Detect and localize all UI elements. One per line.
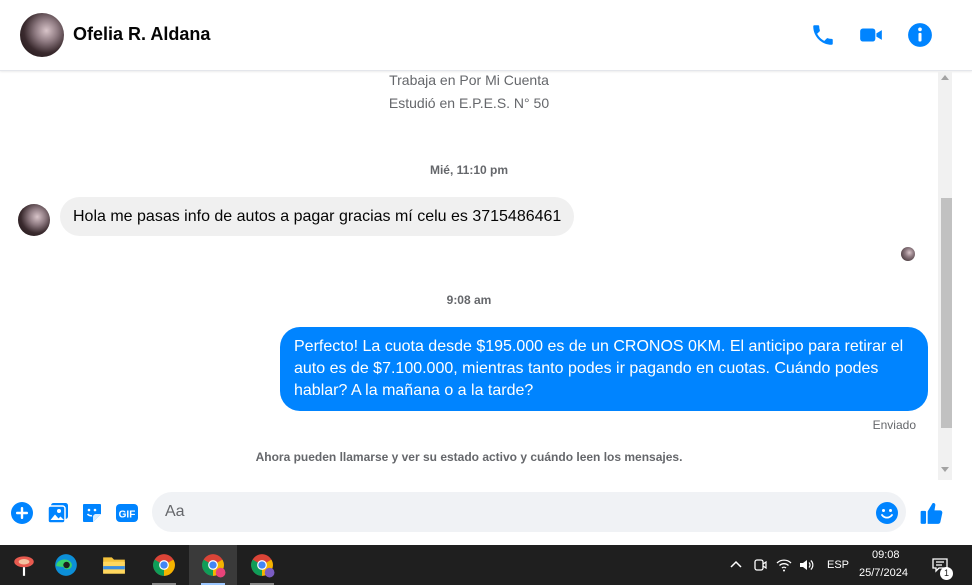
- wifi-icon[interactable]: [776, 557, 792, 573]
- chat-scrollbar[interactable]: [938, 71, 952, 480]
- taskbar-app-chrome-profile-2[interactable]: [238, 545, 286, 585]
- sender-avatar[interactable]: [18, 204, 50, 236]
- conversation-area: Trabaja en Por Mi Cuenta Estudió en E.P.…: [0, 71, 938, 480]
- message-input[interactable]: [152, 492, 906, 532]
- incoming-message[interactable]: Hola me pasas info de autos a pagar grac…: [60, 197, 575, 236]
- video-icon[interactable]: [858, 22, 884, 48]
- contact-name[interactable]: Ofelia R. Aldana: [73, 24, 210, 45]
- taskbar-app-edge[interactable]: [42, 545, 90, 585]
- file-explorer-icon: [103, 557, 125, 574]
- contact-avatar[interactable]: [20, 13, 64, 57]
- message-timestamp: Mié, 11:10 pm: [429, 163, 509, 177]
- gif-icon[interactable]: GIF: [115, 501, 139, 525]
- phone-icon[interactable]: [810, 22, 836, 48]
- read-receipt-avatar: [901, 247, 915, 261]
- chrome-profile-icon: [202, 554, 226, 578]
- clock-time[interactable]: 09:08: [872, 549, 900, 561]
- thumbs-up-icon[interactable]: [919, 500, 945, 526]
- chrome-icon: [153, 554, 175, 576]
- windows-taskbar: ESP 09:08 25/7/2024 1: [0, 545, 972, 585]
- message-composer: GIF: [0, 480, 972, 544]
- info-icon[interactable]: [907, 22, 933, 48]
- scroll-up-arrow-icon[interactable]: [941, 75, 949, 80]
- taskbar-app-chrome-profile[interactable]: [189, 545, 237, 585]
- emoji-icon[interactable]: [875, 501, 899, 525]
- chrome-profile-2-icon: [251, 554, 275, 578]
- privacy-notice: Ahora pueden llamarse y ver su estado ac…: [255, 450, 683, 464]
- message-status: Enviado: [872, 418, 916, 432]
- scroll-down-arrow-icon[interactable]: [941, 467, 949, 472]
- profile-education: Estudió en E.P.E.S. N° 50: [388, 95, 550, 111]
- chat-header: Ofelia R. Aldana: [0, 0, 972, 71]
- gif-label: GIF: [119, 510, 136, 521]
- plus-icon[interactable]: [10, 501, 34, 525]
- meet-now-icon[interactable]: [752, 557, 768, 573]
- photo-icon[interactable]: [46, 501, 70, 525]
- lutris-icon: [14, 556, 34, 576]
- taskbar-app-chrome[interactable]: [140, 545, 188, 585]
- notification-count-badge: 1: [940, 567, 953, 580]
- chevron-up-icon[interactable]: [728, 557, 744, 573]
- taskbar-app-lutris[interactable]: [0, 545, 48, 585]
- edge-icon: [55, 554, 77, 576]
- language-indicator[interactable]: ESP: [827, 559, 849, 571]
- volume-icon[interactable]: [798, 557, 814, 573]
- sticker-icon[interactable]: [80, 501, 104, 525]
- clock-date[interactable]: 25/7/2024: [859, 567, 908, 579]
- outgoing-message[interactable]: Perfecto! La cuota desde $195.000 es de …: [280, 327, 928, 411]
- taskbar-app-file-explorer[interactable]: [90, 545, 138, 585]
- message-timestamp: 9:08 am: [446, 293, 492, 307]
- scroll-thumb[interactable]: [941, 198, 952, 428]
- profile-work: Trabaja en Por Mi Cuenta: [389, 72, 549, 88]
